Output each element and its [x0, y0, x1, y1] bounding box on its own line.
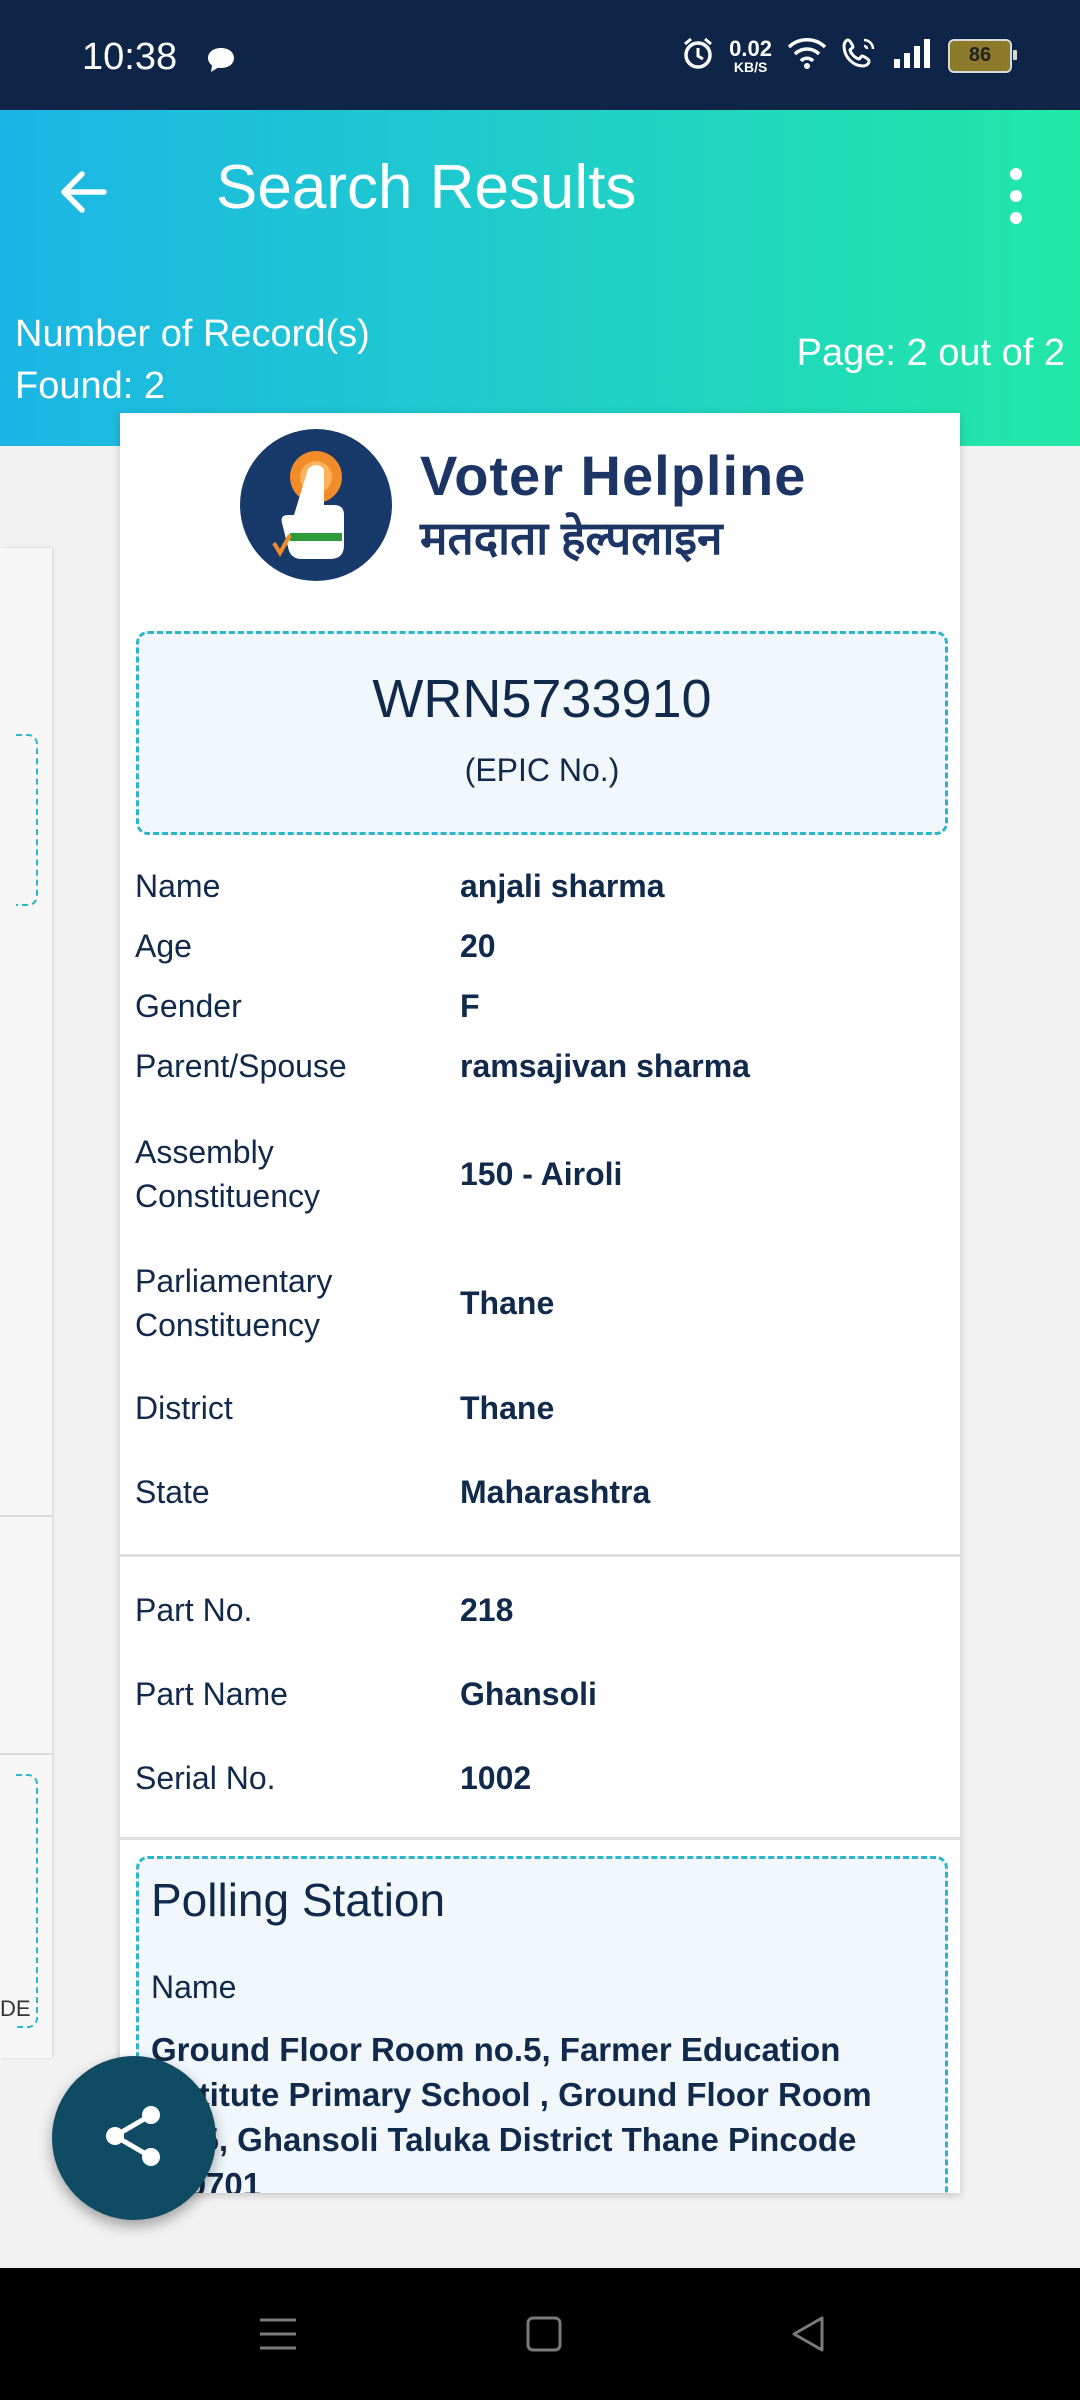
record-count: Number of Record(s) Found: 2 [15, 313, 370, 407]
wifi-calling-icon [842, 36, 878, 75]
wifi-icon [786, 36, 828, 75]
section-divider [120, 1554, 960, 1557]
detail-value: Ghansoli [460, 1676, 597, 1712]
polling-station-box: Polling Station Name Ground Floor Room n… [136, 1856, 948, 2193]
chat-notification-icon [206, 46, 236, 79]
detail-label: Age [135, 928, 192, 964]
section-divider [120, 1837, 960, 1840]
epic-number: WRN5733910 [372, 669, 712, 729]
detail-label: Assembly Constituency [135, 1134, 320, 1214]
system-navigation-bar [0, 2268, 1080, 2400]
page-title: Search Results [216, 153, 637, 222]
status-time: 10:38 [82, 36, 178, 78]
detail-value: Maharashtra [460, 1474, 651, 1510]
detail-value: 1002 [460, 1760, 532, 1796]
detail-label: State [135, 1474, 210, 1510]
voter-result-card[interactable]: Voter Helpline मतदाता हेल्पलाइन WRN57339… [120, 413, 960, 2193]
detail-value: F [460, 988, 480, 1024]
status-bar: 10:38 0.02 KB/S 86 [0, 0, 1080, 110]
polling-station-name-value: Ground Floor Room no.5, Farmer Education… [151, 2031, 872, 2193]
logo-hindi: मतदाता हेल्पलाइन [420, 511, 723, 564]
voter-hand-icon [240, 429, 392, 581]
detail-label: Gender [135, 988, 242, 1024]
net-speed: 0.02 KB/S [729, 35, 772, 75]
detail-value: 20 [460, 928, 496, 964]
epic-label: (EPIC No.) [464, 752, 620, 788]
detail-label: Parent/Spouse [135, 1048, 347, 1084]
detail-label: Parliamentary Constituency [135, 1263, 333, 1343]
back-nav-icon[interactable] [786, 2312, 830, 2361]
net-speed-unit: KB/S [733, 58, 768, 75]
more-options-icon[interactable] [988, 166, 1044, 231]
detail-value: Thane [460, 1285, 555, 1321]
divider [0, 1515, 52, 1517]
battery-level: 86 [968, 44, 992, 66]
polling-station-name-label: Name [151, 1969, 237, 2005]
detail-label: Serial No. [135, 1760, 276, 1796]
cell-signal-icon [892, 37, 934, 74]
previous-result-card[interactable]: DE [0, 548, 52, 2058]
recent-apps-icon[interactable] [256, 2312, 300, 2361]
status-icons: 0.02 KB/S 86 [681, 35, 1017, 75]
detail-label: Part No. [135, 1592, 253, 1628]
previous-card-epic-box [16, 734, 38, 906]
logo-english: Voter Helpline [420, 443, 807, 507]
detail-value: Thane [460, 1390, 555, 1426]
previous-card-polling-box [16, 1774, 38, 2028]
voter-helpline-logo: Voter Helpline मतदाता हेल्पलाइन [240, 429, 806, 581]
detail-value: ramsajivan sharma [460, 1048, 750, 1084]
previous-card-partial-text: DE [0, 1996, 31, 2021]
detail-label: District [135, 1390, 233, 1426]
detail-label: Name [135, 868, 221, 904]
detail-label: Part Name [135, 1676, 288, 1712]
battery-icon: 86 [948, 38, 1017, 73]
back-arrow-icon[interactable] [56, 164, 112, 225]
net-speed-value: 0.02 [729, 35, 772, 61]
share-button[interactable] [52, 2056, 216, 2220]
polling-station-title: Polling Station [151, 1874, 446, 1926]
detail-value: 150 - Airoli [460, 1156, 623, 1192]
share-icon [99, 2101, 169, 2176]
logo-text: Voter Helpline मतदाता हेल्पलाइन [420, 443, 806, 568]
detail-value: 218 [460, 1592, 514, 1628]
home-icon[interactable] [522, 2312, 566, 2361]
alarm-icon [681, 36, 715, 75]
app-bar: Search Results [0, 110, 1080, 278]
divider [0, 1753, 52, 1755]
detail-value: anjali sharma [460, 868, 665, 904]
page-indicator: Page: 2 out of 2 [796, 332, 1065, 374]
epic-box: WRN5733910 (EPIC No.) [136, 631, 948, 835]
